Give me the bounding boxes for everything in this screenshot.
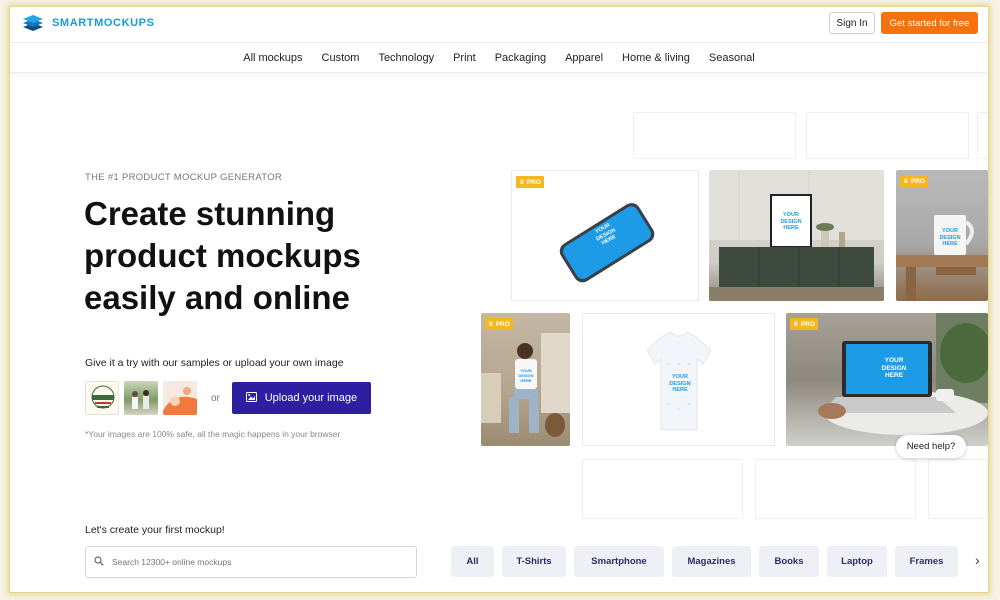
mockup-card-frame[interactable]: YOUR DESIGN HERE (709, 170, 884, 301)
or-separator: or (211, 392, 220, 404)
nav-item-home-living[interactable]: Home & living (622, 52, 690, 64)
nav-item-all-mockups[interactable]: All mockups (243, 52, 302, 64)
category-filters: All T-Shirts Smartphone Magazines Books … (451, 546, 958, 577)
filter-chip-all[interactable]: All (451, 546, 494, 577)
your-design-text: YOUR DESIGN HERE (669, 374, 691, 393)
mockup-card-mug[interactable]: ♛ PRO YOUR DESIGN HERE (896, 170, 988, 301)
your-design-text: YOUR DESIGN HERE (939, 228, 961, 247)
search-icon (94, 553, 104, 571)
browser-viewport: SMARTMOCKUPS Sign In Get started for fre… (10, 7, 988, 592)
mockup-placeholder (806, 112, 969, 159)
sample-thumb-pattern[interactable] (163, 381, 197, 415)
nav-item-print[interactable]: Print (453, 52, 476, 64)
category-nav: All mockups Custom Technology Print Pack… (10, 42, 988, 73)
sign-in-button[interactable]: Sign In (829, 12, 875, 34)
nav-item-custom[interactable]: Custom (322, 52, 360, 64)
filter-chip-smartphone[interactable]: Smartphone (574, 546, 664, 577)
your-design-text: YOUR DESIGN HERE (881, 357, 907, 379)
sample-thumb-people[interactable] (124, 381, 158, 415)
chevron-right-icon[interactable]: › (975, 552, 980, 568)
layers-logo-icon (22, 14, 44, 32)
safety-note: *Your images are 100% safe, all the magi… (85, 429, 341, 439)
nav-item-apparel[interactable]: Apparel (565, 52, 603, 64)
mockup-card-tshirt-flat[interactable]: YOUR DESIGN HERE (582, 313, 775, 446)
your-design-text: YOUR DESIGN HERE (518, 368, 534, 383)
sample-picker: or Upload your image (85, 381, 371, 415)
filter-chip-magazines[interactable]: Magazines (672, 546, 751, 577)
upload-image-icon (245, 391, 257, 405)
upload-image-button[interactable]: Upload your image (231, 382, 371, 414)
get-started-button[interactable]: Get started for free (881, 12, 978, 34)
filter-chip-laptop[interactable]: Laptop (827, 546, 887, 577)
mockup-placeholder (977, 112, 988, 159)
mockup-placeholder (582, 459, 743, 519)
hero-headline: Create stunning product mockups easily a… (84, 195, 361, 316)
need-help-button[interactable]: Need help? (896, 435, 966, 458)
nav-item-technology[interactable]: Technology (378, 52, 434, 64)
mockup-search[interactable] (85, 546, 417, 578)
sample-thumb-label[interactable] (85, 381, 119, 415)
catalog-heading: Let's create your first mockup! (85, 524, 225, 536)
search-input[interactable] (112, 557, 392, 567)
nav-item-packaging[interactable]: Packaging (495, 52, 546, 64)
mockup-placeholder (633, 112, 796, 159)
top-bar: SMARTMOCKUPS Sign In Get started for fre… (10, 7, 988, 41)
mockup-card-laptop[interactable]: ♛ PRO YOUR DESIGN HERE (786, 313, 988, 446)
filter-chip-tshirts[interactable]: T-Shirts (502, 546, 566, 577)
hero-eyebrow: THE #1 PRODUCT MOCKUP GENERATOR (85, 172, 283, 183)
nav-item-seasonal[interactable]: Seasonal (709, 52, 755, 64)
mockup-placeholder (755, 459, 916, 519)
filter-chip-books[interactable]: Books (759, 546, 819, 577)
mockup-card-smartphone[interactable]: ♛ PRO YOUR DESIGN HERE (511, 170, 699, 301)
logo[interactable]: SMARTMOCKUPS (22, 14, 155, 32)
mockup-placeholder (928, 459, 988, 519)
try-samples-text: Give it a try with our samples or upload… (85, 357, 344, 369)
filter-chip-frames[interactable]: Frames (895, 546, 958, 577)
your-design-text: YOUR DESIGN HERE (780, 212, 802, 231)
upload-image-label: Upload your image (264, 392, 358, 404)
logo-text: SMARTMOCKUPS (52, 17, 155, 29)
mockup-card-tshirt-model[interactable]: ♛ PRO YOUR DESIGN HERE (481, 313, 570, 446)
